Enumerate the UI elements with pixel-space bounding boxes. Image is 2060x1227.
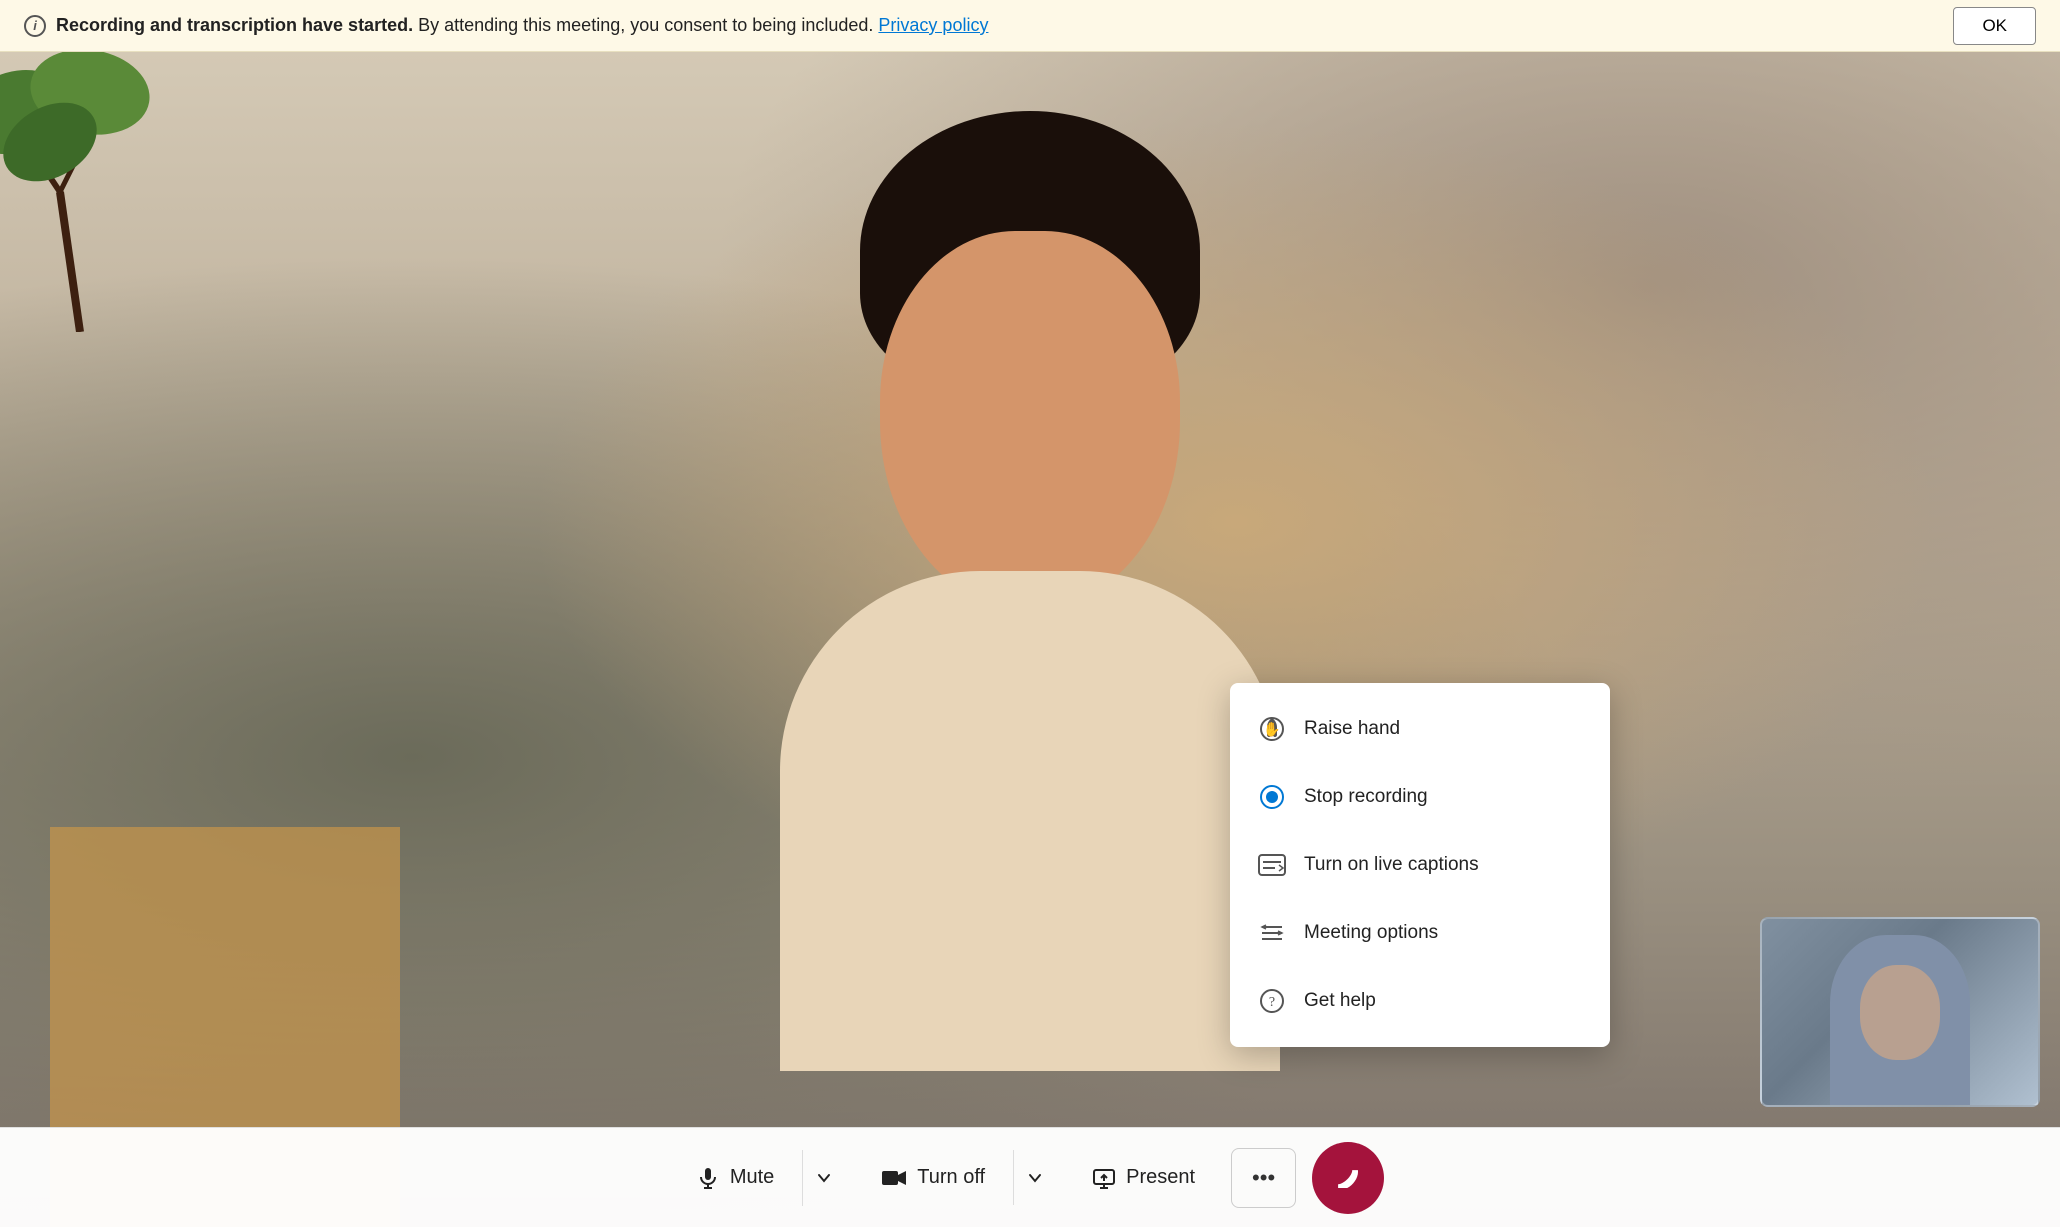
more-icon: ••• — [1252, 1165, 1275, 1190]
video-area: ✋ Raise hand Stop recording — [0, 52, 2060, 1227]
get-help-label: Get help — [1304, 990, 1376, 1012]
ok-button[interactable]: OK — [1953, 7, 2036, 45]
controls-bar: Mute Turn off — [0, 1127, 2060, 1227]
present-label: Present — [1126, 1166, 1195, 1189]
body — [780, 571, 1280, 1071]
options-icon — [1258, 919, 1286, 947]
notification-content: i Recording and transcription have start… — [24, 15, 988, 37]
privacy-policy-link[interactable]: Privacy policy — [878, 15, 988, 35]
end-call-button[interactable] — [1312, 1142, 1384, 1214]
mute-chevron[interactable] — [803, 1155, 845, 1201]
mute-button[interactable]: Mute — [668, 1150, 803, 1206]
menu-item-live-captions[interactable]: Turn on live captions — [1230, 831, 1610, 899]
raise-hand-label: Raise hand — [1304, 718, 1400, 740]
chevron-down-icon — [1028, 1171, 1042, 1185]
self-view-thumbnail — [1760, 917, 2040, 1107]
present-icon — [1092, 1166, 1116, 1190]
self-view-face — [1860, 965, 1940, 1060]
chevron-down-icon — [817, 1171, 831, 1185]
camera-button[interactable]: Turn off — [853, 1150, 1014, 1205]
menu-item-raise-hand[interactable]: ✋ Raise hand — [1230, 695, 1610, 763]
camera-button-group: Turn off — [853, 1150, 1056, 1205]
meeting-options-label: Meeting options — [1304, 922, 1438, 944]
notification-body: By attending this meeting, you consent t… — [418, 15, 873, 35]
svg-text:✋: ✋ — [1263, 721, 1280, 737]
raise-hand-icon: ✋ — [1258, 715, 1286, 743]
face — [880, 231, 1180, 611]
notification-text: Recording and transcription have started… — [56, 15, 988, 36]
camera-chevron[interactable] — [1014, 1155, 1056, 1201]
more-options-button[interactable]: ••• — [1231, 1148, 1296, 1208]
info-icon: i — [24, 15, 46, 37]
live-captions-label: Turn on live captions — [1304, 854, 1479, 876]
mute-label: Mute — [730, 1166, 774, 1189]
dropdown-menu: ✋ Raise hand Stop recording — [1230, 683, 1610, 1047]
plant-decoration — [0, 52, 200, 332]
mute-button-group: Mute — [668, 1150, 845, 1206]
menu-item-meeting-options[interactable]: Meeting options — [1230, 899, 1610, 967]
camera-label: Turn off — [917, 1166, 985, 1189]
record-icon — [1258, 783, 1286, 811]
microphone-icon — [696, 1166, 720, 1190]
present-button[interactable]: Present — [1064, 1150, 1223, 1206]
menu-item-stop-recording[interactable]: Stop recording — [1230, 763, 1610, 831]
self-view-person — [1830, 935, 1970, 1105]
stop-recording-label: Stop recording — [1304, 786, 1428, 808]
end-call-icon — [1332, 1168, 1364, 1188]
camera-icon — [881, 1168, 907, 1188]
captions-icon — [1258, 851, 1286, 879]
notification-banner: i Recording and transcription have start… — [0, 0, 2060, 52]
menu-item-get-help[interactable]: ? Get help — [1230, 967, 1610, 1035]
notification-bold: Recording and transcription have started… — [56, 15, 413, 35]
help-icon: ? — [1258, 987, 1286, 1015]
svg-text:?: ? — [1269, 995, 1275, 1010]
